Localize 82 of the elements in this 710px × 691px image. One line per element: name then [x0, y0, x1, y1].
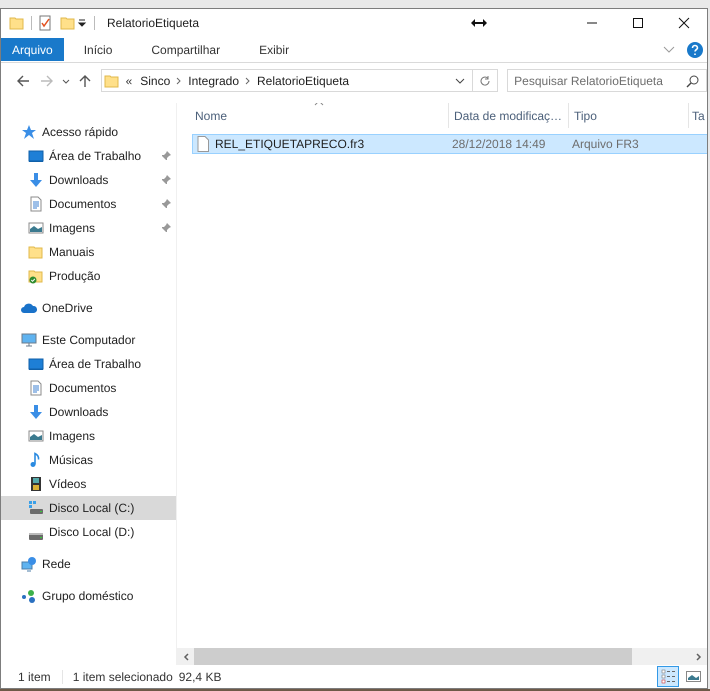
file-type: Arquivo FR3	[571, 137, 640, 151]
properties-check-icon	[38, 15, 52, 31]
overflow-chevrons[interactable]: «	[120, 74, 134, 88]
column-header[interactable]: Ta	[689, 103, 706, 128]
modified-date: 28/12/2018 14:49	[451, 137, 546, 151]
sidebar-item[interactable]: Disco Local (C:)	[1, 496, 176, 520]
film-icon	[28, 476, 44, 492]
picture-icon	[686, 669, 700, 684]
details-view-button[interactable]	[657, 666, 679, 687]
homegroup-icon	[21, 588, 37, 604]
new-folder-icon	[60, 15, 76, 31]
item-count: 1 item	[18, 670, 51, 684]
file-name: REL_ETIQUETAPRECO.fr3	[215, 137, 364, 151]
scroll-left-icon	[182, 652, 188, 660]
column-header[interactable]: Tipo	[569, 103, 689, 128]
document-icon	[28, 196, 44, 212]
sidebar-item[interactable]: Acesso rápido	[1, 120, 176, 144]
search-icon	[686, 74, 700, 88]
document-icon	[28, 380, 44, 396]
resize-cursor-icon	[471, 18, 487, 28]
drive-icon	[29, 532, 43, 540]
sidebar-item[interactable]: Músicas	[1, 448, 176, 472]
sidebar-item[interactable]: Grupo doméstico	[1, 584, 176, 608]
refresh-button[interactable]	[473, 69, 498, 92]
sidebar-item[interactable]: Disco Local (D:)	[1, 520, 176, 544]
sidebar-item[interactable]: Documentos	[1, 192, 176, 216]
breadcrumb-item[interactable]: RelatorioEtiqueta	[251, 74, 356, 88]
breadcrumb-chevron-icon	[245, 76, 252, 84]
close-icon	[678, 17, 690, 29]
up-icon	[78, 74, 92, 88]
scroll-right-icon	[696, 652, 702, 660]
computer-icon	[21, 332, 37, 348]
network-icon	[21, 556, 37, 572]
sidebar-item[interactable]: Imagens	[1, 424, 176, 448]
blank-file-icon	[197, 136, 209, 152]
desktop-icon	[28, 356, 44, 372]
search-field[interactable]: Pesquisar RelatorioEtiqueta	[507, 69, 708, 92]
sidebar-item[interactable]: Área de Trabalho	[1, 144, 176, 168]
sidebar-item[interactable]: Rede	[1, 552, 176, 576]
ribbon-tab[interactable]: Arquivo	[1, 38, 64, 61]
sidebar-item[interactable]: Documentos	[1, 376, 176, 400]
expand-ribbon-chevron-icon[interactable]	[663, 46, 675, 54]
sidebar-item[interactable]: Manuais	[1, 240, 176, 264]
column-header[interactable]: Nome	[177, 103, 449, 128]
sidebar-item[interactable]: Imagens	[1, 216, 176, 240]
picture-icon	[28, 428, 44, 444]
folder-icon	[104, 72, 120, 88]
breadcrumb-chevron-icon	[176, 76, 182, 84]
sidebar-item[interactable]: Este Computador	[1, 328, 176, 352]
address-bar[interactable]: « Sinco Integrado RelatorioEtiqueta	[100, 69, 474, 92]
sidebar-item[interactable]: Downloads	[1, 400, 176, 424]
breadcrumb-item[interactable]: Integrado	[182, 74, 246, 88]
selection-info: 1 item selecionado	[72, 670, 173, 684]
sidebar-item[interactable]: Downloads	[1, 168, 176, 192]
back-icon	[16, 74, 30, 88]
breadcrumb-item[interactable]: Sinco	[134, 74, 176, 88]
refresh-icon	[479, 74, 492, 86]
folder-icon	[9, 15, 25, 31]
download-arrow-icon	[28, 404, 44, 420]
quick-access-star-icon	[21, 124, 37, 140]
folder-check-icon	[28, 268, 44, 284]
sidebar-item[interactable]: OneDrive	[1, 296, 176, 320]
help-icon[interactable]	[687, 42, 703, 58]
ribbon-tab[interactable]: Compartilhar	[135, 38, 236, 61]
ribbon-tab[interactable]: Exibir	[243, 38, 306, 61]
selection-size: 92,4 KB	[178, 670, 222, 684]
download-arrow-icon	[28, 172, 44, 188]
forward-icon	[40, 74, 54, 88]
column-header[interactable]: Data de modificaç…	[449, 103, 569, 128]
file-row[interactable]: REL_ETIQUETAPRECO.fr3 28/12/2018 14:49 Arquivo FR3	[192, 134, 707, 154]
sidebar-item[interactable]: Área de Trabalho	[1, 352, 176, 376]
maximize-icon	[632, 17, 644, 29]
desktop-icon	[28, 148, 44, 164]
details-list-icon	[660, 669, 676, 684]
picture-icon	[28, 220, 44, 236]
ribbon-tab[interactable]: Início	[68, 38, 128, 61]
folder-icon	[28, 244, 44, 260]
sidebar-item[interactable]: Vídeos	[1, 472, 176, 496]
horizontal-scrollbar[interactable]	[177, 648, 707, 665]
drive-icon	[28, 500, 44, 516]
window-title: RelatorioEtiqueta	[107, 16, 200, 30]
sidebar-item[interactable]: Produção	[1, 264, 176, 288]
